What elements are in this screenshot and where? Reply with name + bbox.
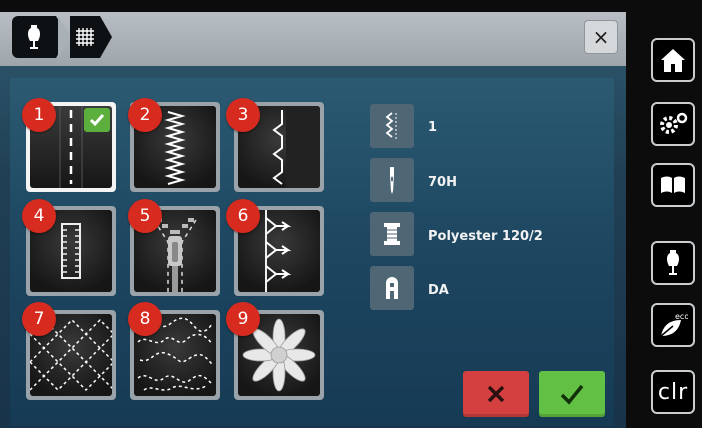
close-button[interactable]: ×: [584, 20, 618, 54]
breadcrumb-pattern[interactable]: [70, 16, 112, 58]
dress-form-icon: [667, 250, 679, 275]
needle-icon: [390, 167, 394, 194]
stitch-number-badge: 1: [22, 98, 56, 132]
needle-value: 70H: [428, 175, 457, 190]
thread-value: Polyester 120/2: [428, 229, 543, 244]
close-icon: ×: [592, 25, 610, 49]
stitch-number-badge: 4: [22, 199, 56, 233]
selected-check-badge: [84, 108, 110, 132]
svg-text:eco: eco: [675, 312, 688, 321]
home-icon: [661, 49, 685, 72]
settings-button[interactable]: [651, 102, 695, 146]
needle-info: [370, 158, 414, 202]
cancel-button[interactable]: [463, 371, 529, 417]
guide-button[interactable]: [651, 163, 695, 207]
breadcrumb-dress-form[interactable]: [12, 16, 68, 58]
stitch-number-badge: 8: [128, 302, 162, 336]
presser-foot-info: [370, 104, 414, 148]
stitch-number-badge: 3: [226, 98, 260, 132]
presser-foot-value: 1: [428, 120, 438, 135]
thread-info: [370, 212, 414, 256]
header-bar: ×: [0, 12, 626, 66]
clr-label: clr: [657, 379, 689, 405]
presser-foot-icon: [385, 112, 397, 139]
cancel-x-icon: [487, 385, 505, 403]
stitch-number-badge: 5: [128, 199, 162, 233]
stitch-number-badge: 7: [22, 302, 56, 336]
eco-button[interactable]: eco: [651, 303, 695, 347]
stitch-number-badge: 6: [226, 199, 260, 233]
settings-gears-icon: [660, 112, 688, 134]
eco-leaf-icon: eco: [660, 312, 688, 337]
feed-dog-icon: [386, 277, 398, 299]
home-button[interactable]: [651, 38, 695, 82]
dress-form-icon: [28, 25, 40, 49]
confirm-button[interactable]: [539, 371, 605, 417]
breadcrumb-separator: [58, 16, 70, 58]
grid-pattern-icon: [76, 28, 94, 46]
stitch-number-badge: 9: [226, 302, 260, 336]
sewing-consultant-button[interactable]: [651, 241, 695, 285]
feed-dog-value: DA: [428, 283, 449, 298]
stitch-number-badge: 2: [128, 98, 162, 132]
clr-button[interactable]: clr: [651, 370, 695, 414]
feed-dog-info: [370, 266, 414, 310]
check-icon: [89, 114, 105, 127]
confirm-check-icon: [560, 384, 584, 405]
thread-spool-icon: [384, 223, 400, 245]
book-icon: [661, 176, 685, 193]
